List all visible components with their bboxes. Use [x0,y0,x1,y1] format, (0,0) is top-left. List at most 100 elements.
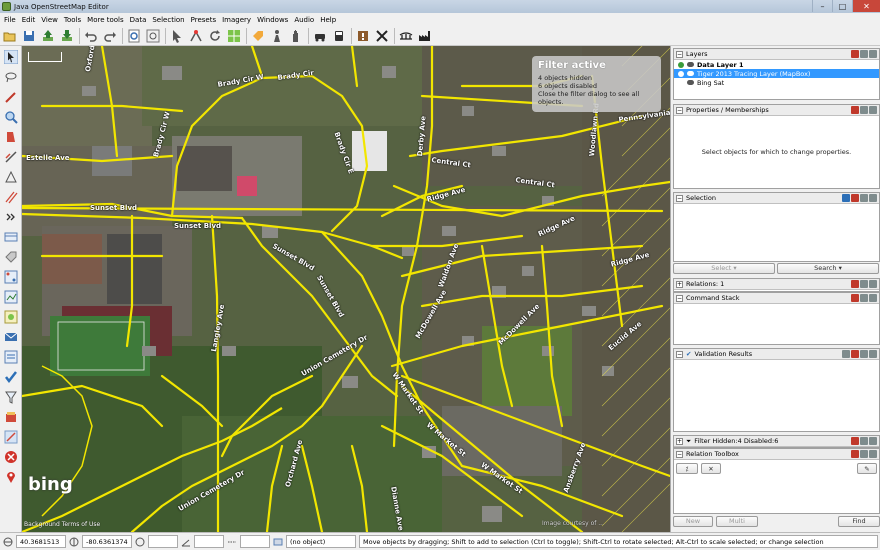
close-panel-icon[interactable] [851,450,859,458]
background-terms-link[interactable]: Background Terms of Use [24,521,100,528]
bridge-icon[interactable] [397,27,415,45]
select-button[interactable]: Select ▾ [673,262,775,274]
eye-icon[interactable] [687,80,694,85]
menu-audio[interactable]: Audio [291,16,317,24]
expand-icon[interactable]: + [676,280,683,288]
menu-imagery[interactable]: Imagery [219,16,254,24]
menu-edit[interactable]: Edit [19,16,39,24]
menu-help[interactable]: Help [317,16,339,24]
visible-check-icon[interactable] [678,80,684,86]
tag-relation-button[interactable]: ⁒ [676,463,698,474]
filter-icon[interactable] [2,308,20,326]
minimize-panel-icon[interactable] [869,437,877,445]
stop-icon[interactable] [2,448,20,466]
close-panel-icon[interactable] [851,350,859,358]
relation-toolbox-header[interactable]: − Relation Toolbox [674,449,879,460]
redo-icon[interactable] [101,27,119,45]
multi-relation-button[interactable]: Multi [716,515,758,527]
selection-panel-header[interactable]: − Selection [674,193,879,204]
tag-icon[interactable] [249,27,267,45]
tag-icon[interactable] [2,248,20,266]
minimize-panel-icon[interactable] [869,106,877,114]
menu-presets[interactable]: Presets [188,16,219,24]
eye-icon[interactable] [687,62,694,67]
relation-icon[interactable] [2,268,20,286]
close-panel-icon[interactable] [851,294,859,302]
menu-windows[interactable]: Windows [254,16,291,24]
bus-icon[interactable] [330,27,348,45]
detach-panel-icon[interactable] [860,50,868,58]
detach-panel-icon[interactable] [860,106,868,114]
save-icon[interactable] [20,27,38,45]
minimize-panel-icon[interactable] [869,450,877,458]
map-view[interactable]: Oxford Blvd Brady Cir W Brady Cir Brady … [22,46,670,532]
eye-icon[interactable] [687,71,694,76]
menu-more-tools[interactable]: More tools [84,16,126,24]
expand-icon[interactable]: − [676,294,683,302]
properties-panel-header[interactable]: − Properties / Memberships [674,105,879,116]
parallel-icon[interactable] [2,188,20,206]
map-paint-icon[interactable] [2,428,20,446]
layer-row[interactable]: Data Layer 1 [674,60,879,69]
detach-panel-icon[interactable] [860,194,868,202]
refresh-icon[interactable] [206,27,224,45]
undo-icon[interactable] [82,27,100,45]
warning-icon[interactable] [354,27,372,45]
conflict-icon[interactable] [2,328,20,346]
cursor-icon[interactable] [168,27,186,45]
edit-relation-button[interactable]: ✎ [857,463,877,474]
select-icon[interactable] [2,48,20,66]
hand-icon[interactable] [287,27,305,45]
preferences-icon[interactable] [125,27,143,45]
zoom-icon[interactable] [144,27,162,45]
minimize-panel-icon[interactable] [869,280,877,288]
find-relation-button[interactable]: Find [838,515,880,527]
node-icon[interactable] [187,27,205,45]
settings-panel-icon[interactable] [842,194,850,202]
close-panel-icon[interactable] [851,194,859,202]
layers-panel-header[interactable]: − Layers [674,49,879,60]
expand-icon[interactable]: − [676,350,683,358]
minimize-panel-icon[interactable] [869,194,877,202]
close-panel-icon[interactable] [851,50,859,58]
relations-panel-header[interactable]: + Relations: 1 [674,279,879,290]
menu-data[interactable]: Data [127,16,150,24]
detach-panel-icon[interactable] [860,294,868,302]
new-relation-button[interactable]: New [673,515,713,527]
layer-row-selected[interactable]: Tiger 2013 Tracing Layer (MapBox) [674,69,879,78]
extrude-icon[interactable] [2,148,20,166]
layer-icon[interactable] [2,228,20,246]
menu-selection[interactable]: Selection [149,16,187,24]
close-panel-icon[interactable] [851,437,859,445]
detach-panel-icon[interactable] [860,280,868,288]
visible-check-icon[interactable] [678,61,684,68]
preset-icon[interactable] [2,408,20,426]
minimize-panel-icon[interactable] [869,350,877,358]
upload-icon[interactable] [39,27,57,45]
menu-file[interactable]: File [1,16,19,24]
lasso-icon[interactable] [2,68,20,86]
detach-panel-icon[interactable] [860,350,868,358]
minimize-panel-icon[interactable] [869,50,877,58]
expand-icon[interactable]: − [676,194,683,202]
close-button[interactable]: ✕ [852,0,880,12]
detach-panel-icon[interactable] [860,450,868,458]
notes-icon[interactable] [2,368,20,386]
minimize-button[interactable]: – [812,0,832,12]
remove-relation-button[interactable]: ✕ [701,463,721,474]
todo-icon[interactable] [2,388,20,406]
visible-check-icon[interactable] [678,70,684,77]
more-icon[interactable] [2,208,20,226]
detach-panel-icon[interactable] [860,437,868,445]
open-icon[interactable] [1,27,19,45]
filter-panel-header[interactable]: + ⏷ Filter Hidden:4 Disabled:6 [674,436,879,447]
history-icon[interactable] [2,288,20,306]
expand-icon[interactable]: − [676,106,683,114]
download-icon[interactable] [58,27,76,45]
minimize-panel-icon[interactable] [869,294,877,302]
command-stack-panel-header[interactable]: − Command Stack [674,293,879,304]
car-icon[interactable] [311,27,329,45]
factory-icon[interactable] [416,27,434,45]
validation-panel-header[interactable]: − ✔ Validation Results [674,349,879,360]
settings-panel-icon[interactable] [842,350,850,358]
